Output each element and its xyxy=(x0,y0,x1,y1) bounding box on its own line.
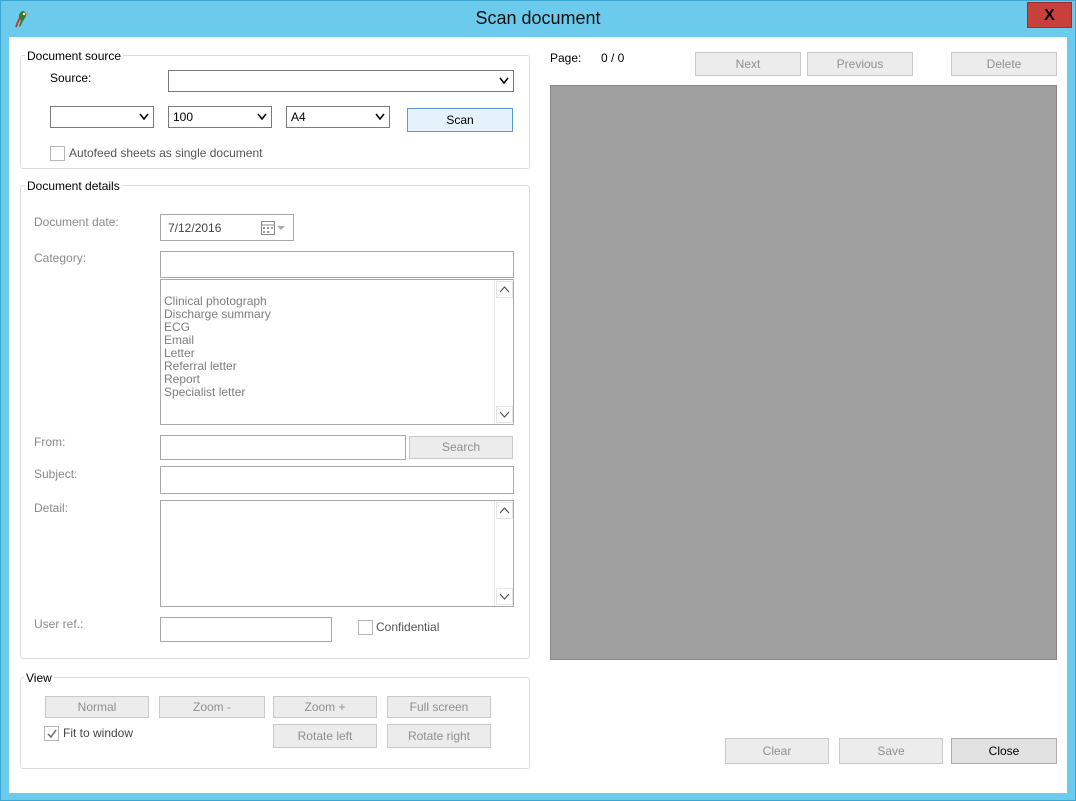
checkmark-icon xyxy=(47,729,57,739)
chevron-down-icon xyxy=(375,113,385,121)
detail-label: Detail: xyxy=(34,501,69,515)
category-scrollbar[interactable] xyxy=(494,280,513,424)
zoom-out-button[interactable]: Zoom - xyxy=(159,696,265,718)
source-label: Source: xyxy=(50,71,92,85)
full-screen-button[interactable]: Full screen xyxy=(387,696,491,718)
chevron-down-icon xyxy=(499,411,510,418)
resolution-select[interactable]: 100 xyxy=(168,106,272,128)
document-date-value: 7/12/2016 xyxy=(168,221,222,235)
fit-to-window-label: Fit to window xyxy=(63,726,134,740)
paper-size-select[interactable]: A4 xyxy=(286,106,390,128)
rotate-left-button[interactable]: Rotate left xyxy=(273,724,377,748)
scan-document-window: Scan document X Document source Source: … xyxy=(0,0,1076,801)
chevron-down-icon xyxy=(499,77,509,85)
confidential-checkbox[interactable] xyxy=(358,620,373,635)
detail-scrollbar[interactable] xyxy=(494,501,513,606)
document-date-label: Document date: xyxy=(34,215,119,229)
page-label: Page: xyxy=(550,51,582,65)
subject-label: Subject: xyxy=(34,467,78,481)
category-list[interactable]: Clinical photograph Discharge summary EC… xyxy=(160,279,514,425)
scan-preview-area[interactable] xyxy=(550,85,1057,660)
autofeed-checkbox[interactable] xyxy=(50,146,65,161)
window-title: Scan document xyxy=(475,8,601,28)
confidential-label: Confidential xyxy=(376,620,440,634)
normal-view-button[interactable]: Normal xyxy=(45,696,149,718)
category-input[interactable] xyxy=(160,251,514,278)
chevron-down-icon xyxy=(139,113,149,121)
save-button[interactable]: Save xyxy=(839,738,943,764)
from-label: From: xyxy=(34,435,66,449)
search-button[interactable]: Search xyxy=(409,436,513,459)
document-date-picker[interactable]: 7/12/2016 xyxy=(160,214,294,241)
rotate-right-button[interactable]: Rotate right xyxy=(387,724,491,748)
scroll-down-button[interactable] xyxy=(496,588,513,605)
from-input[interactable] xyxy=(160,435,406,460)
scroll-up-button[interactable] xyxy=(496,502,513,519)
chevron-up-icon xyxy=(499,286,510,293)
scroll-down-button[interactable] xyxy=(496,406,513,423)
scan-button[interactable]: Scan xyxy=(407,108,513,132)
user-ref-label: User ref.: xyxy=(34,617,84,631)
subject-input[interactable] xyxy=(160,466,514,494)
next-page-button[interactable]: Next xyxy=(695,52,801,76)
scroll-up-button[interactable] xyxy=(496,281,513,298)
window-close-button[interactable]: X xyxy=(1027,2,1072,28)
document-details-label: Document details xyxy=(25,179,122,193)
list-item[interactable]: Specialist letter xyxy=(164,386,271,399)
chevron-up-icon xyxy=(499,507,510,514)
calendar-icon[interactable] xyxy=(261,221,287,235)
zoom-in-button[interactable]: Zoom + xyxy=(273,696,377,718)
chevron-down-icon xyxy=(257,113,267,121)
view-group xyxy=(20,677,530,769)
close-button[interactable]: Close xyxy=(951,738,1057,764)
chevron-down-icon xyxy=(499,593,510,600)
category-items: Clinical photograph Discharge summary EC… xyxy=(164,295,271,399)
dialog-client-area: Document source Source: 100 A4 Scan Auto… xyxy=(9,37,1067,793)
page-count: 0 / 0 xyxy=(601,51,625,65)
resolution-select-value: 100 xyxy=(173,110,194,124)
view-label: View xyxy=(24,671,54,685)
title-bar[interactable]: Scan document X xyxy=(1,1,1075,37)
clear-button[interactable]: Clear xyxy=(725,738,829,764)
user-ref-input[interactable] xyxy=(160,617,332,642)
autofeed-label: Autofeed sheets as single document xyxy=(69,146,263,160)
detail-textarea[interactable] xyxy=(160,500,514,607)
delete-page-button[interactable]: Delete xyxy=(951,52,1057,76)
category-label: Category: xyxy=(34,251,87,265)
document-source-label: Document source xyxy=(25,49,124,63)
previous-page-button[interactable]: Previous xyxy=(807,52,913,76)
source-select[interactable] xyxy=(168,70,514,92)
fit-to-window-checkbox[interactable] xyxy=(44,726,59,741)
paper-size-select-value: A4 xyxy=(291,110,306,124)
device-select[interactable] xyxy=(50,106,154,128)
